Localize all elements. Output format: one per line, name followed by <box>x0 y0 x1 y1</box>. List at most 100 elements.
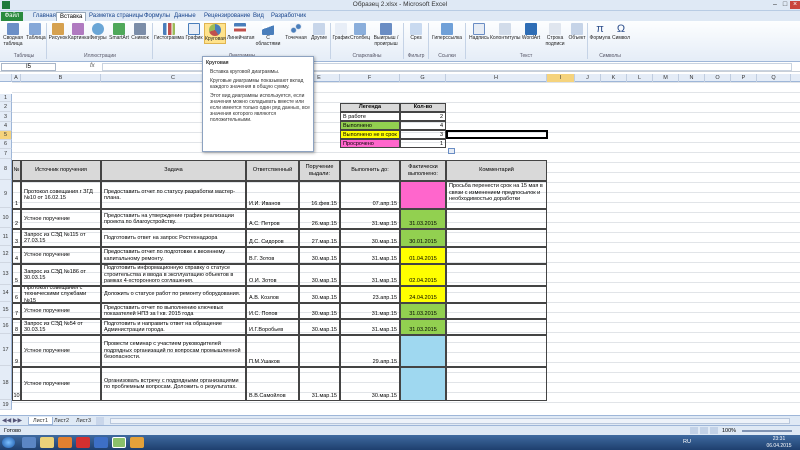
area-chart-button[interactable]: С областями <box>254 23 282 47</box>
completed-date-cell[interactable] <box>400 181 446 209</box>
row-number[interactable]: 8 <box>12 319 21 335</box>
bar-chart-button[interactable]: Линейчатая <box>227 23 254 42</box>
source-cell[interactable]: Запрос из СЭД №186 от 30.03.15 <box>21 264 101 286</box>
tab-file[interactable]: Файл <box>1 12 23 21</box>
comment-cell[interactable] <box>446 209 547 229</box>
completed-date-cell[interactable]: 31.03.2015 <box>400 303 446 319</box>
row-number[interactable]: 10 <box>12 367 21 401</box>
pie-chart-button[interactable]: Круговая <box>204 23 226 44</box>
pivot-table-button[interactable]: Сводная таблица <box>2 23 24 47</box>
maximize-icon[interactable]: □ <box>780 1 790 9</box>
comment-cell[interactable] <box>446 335 547 367</box>
due-date-cell[interactable]: 31.мар.15 <box>340 264 400 286</box>
column-header[interactable]: H <box>446 74 547 82</box>
column-header[interactable]: A <box>12 74 21 82</box>
row-number[interactable]: 3 <box>12 229 21 247</box>
header-footer-button[interactable]: Колонтитулы <box>490 23 520 42</box>
table-button[interactable]: Таблица <box>26 23 46 42</box>
task-cell[interactable]: Подготовить информационную справку о ста… <box>101 264 246 286</box>
task-cell[interactable]: Подготовить и направить ответ на обращен… <box>101 319 246 335</box>
sheet-tab-2[interactable]: Лист2 <box>50 417 73 425</box>
row-header[interactable]: 4 <box>0 122 12 131</box>
responsible-cell[interactable]: А.С. Петров <box>246 209 299 229</box>
row-number[interactable]: 7 <box>12 303 21 319</box>
row-number[interactable]: 9 <box>12 335 21 367</box>
clock-time[interactable]: 23:31 <box>760 436 798 442</box>
issued-date-cell[interactable]: 30.мар.15 <box>299 286 340 303</box>
responsible-cell[interactable]: И.Г.Воробьев <box>246 319 299 335</box>
task-cell[interactable]: Предоставить на утверждение график реали… <box>101 209 246 229</box>
responsible-cell[interactable]: И.С. Попов <box>246 303 299 319</box>
completed-date-cell[interactable]: 24.04.2015 <box>400 286 446 303</box>
due-date-cell[interactable]: 29.апр.15 <box>340 335 400 367</box>
row-number[interactable]: 6 <box>12 286 21 303</box>
row-header[interactable]: 10 <box>0 208 12 228</box>
normal-view-icon[interactable] <box>690 427 698 434</box>
row-header[interactable]: 11 <box>0 228 12 246</box>
column-header[interactable]: F <box>340 74 400 82</box>
new-sheet-icon[interactable] <box>96 417 104 425</box>
completed-date-cell[interactable] <box>400 367 446 401</box>
opera-taskbar-icon[interactable] <box>76 437 90 448</box>
completed-date-cell[interactable]: 30.01.2015 <box>400 229 446 247</box>
task-cell[interactable]: Провести семинар с участием руководителе… <box>101 335 246 367</box>
sparkline-line-button[interactable]: График <box>332 23 350 42</box>
comment-cell[interactable]: Просьба перенести срок на 15 мая в связи… <box>446 181 547 209</box>
source-cell[interactable]: Устное поручение <box>21 247 101 264</box>
equation-button[interactable]: π Формула <box>589 23 611 42</box>
due-date-cell[interactable]: 30.мар.15 <box>340 367 400 401</box>
row-header[interactable]: 1 <box>0 94 12 102</box>
sheet-tab-3[interactable]: Лист3 <box>72 417 95 425</box>
shapes-button[interactable]: Фигуры <box>88 23 108 42</box>
zoom-slider[interactable] <box>742 430 792 432</box>
comment-cell[interactable] <box>446 286 547 303</box>
completed-date-cell[interactable]: 31.03.2015 <box>400 319 446 335</box>
row-number[interactable]: 5 <box>12 264 21 286</box>
column-header[interactable]: B <box>21 74 101 82</box>
row-header[interactable]: 19 <box>0 400 12 410</box>
issued-date-cell[interactable] <box>299 335 340 367</box>
select-all-corner[interactable] <box>0 74 12 82</box>
row-header[interactable]: 18 <box>0 366 12 400</box>
sheet-nav-arrows-icon[interactable]: ◀◀ ▶▶ <box>2 417 22 424</box>
source-cell[interactable]: Устное поручение <box>21 303 101 319</box>
row-number[interactable]: 4 <box>12 247 21 264</box>
due-date-cell[interactable]: 31.мар.15 <box>340 319 400 335</box>
due-date-cell[interactable]: 23.апр.15 <box>340 286 400 303</box>
textbox-button[interactable]: Надпись <box>468 23 490 42</box>
issued-date-cell[interactable]: 30.мар.15 <box>299 303 340 319</box>
row-header[interactable]: 13 <box>0 263 12 285</box>
task-cell[interactable]: Организовать встречу с подрядными органи… <box>101 367 246 401</box>
close-icon[interactable]: × <box>790 1 800 9</box>
comment-cell[interactable] <box>446 303 547 319</box>
responsible-cell[interactable]: В.В.Самойлов <box>246 367 299 401</box>
column-chart-button[interactable]: Гистограмма <box>154 23 184 42</box>
due-date-cell[interactable]: 07.апр.15 <box>340 181 400 209</box>
fx-icon[interactable]: fx <box>90 63 95 69</box>
slicer-button[interactable]: Срез <box>407 23 425 42</box>
completed-date-cell[interactable]: 01.04.2015 <box>400 247 446 264</box>
comment-cell[interactable] <box>446 247 547 264</box>
row-header[interactable]: 2 <box>0 102 12 112</box>
due-date-cell[interactable]: 31.мар.15 <box>340 209 400 229</box>
source-cell[interactable]: Протокол совещания г ЗГД №10 от 16.02.15 <box>21 181 101 209</box>
column-header[interactable]: Q <box>757 74 791 82</box>
due-date-cell[interactable]: 31.мар.15 <box>340 247 400 264</box>
issued-date-cell[interactable]: 30.мар.15 <box>299 319 340 335</box>
task-cell[interactable]: Предоставить отчет по статусу разработки… <box>101 181 246 209</box>
column-header[interactable]: N <box>679 74 705 82</box>
screenshot-button[interactable]: Снимок <box>130 23 150 42</box>
tab-developer[interactable]: Разработчик <box>268 12 309 21</box>
task-cell[interactable]: Доложить о статусе работ по ремонту обор… <box>101 286 246 303</box>
sparkline-column-button[interactable]: Столбец <box>350 23 370 42</box>
tab-view[interactable]: Вид <box>250 12 267 21</box>
zoom-level[interactable]: 100% <box>722 428 736 434</box>
sparkline-winloss-button[interactable]: Выигрыш / проигрыш <box>370 23 402 47</box>
object-button[interactable]: Объект <box>568 23 586 42</box>
app-taskbar-icon[interactable] <box>130 437 144 448</box>
responsible-cell[interactable]: О.И. Зотов <box>246 264 299 286</box>
row-number[interactable]: 2 <box>12 209 21 229</box>
word-taskbar-icon[interactable] <box>94 437 108 448</box>
signature-line-button[interactable]: Строка подписи <box>542 23 568 47</box>
issued-date-cell[interactable]: 26.мар.15 <box>299 209 340 229</box>
